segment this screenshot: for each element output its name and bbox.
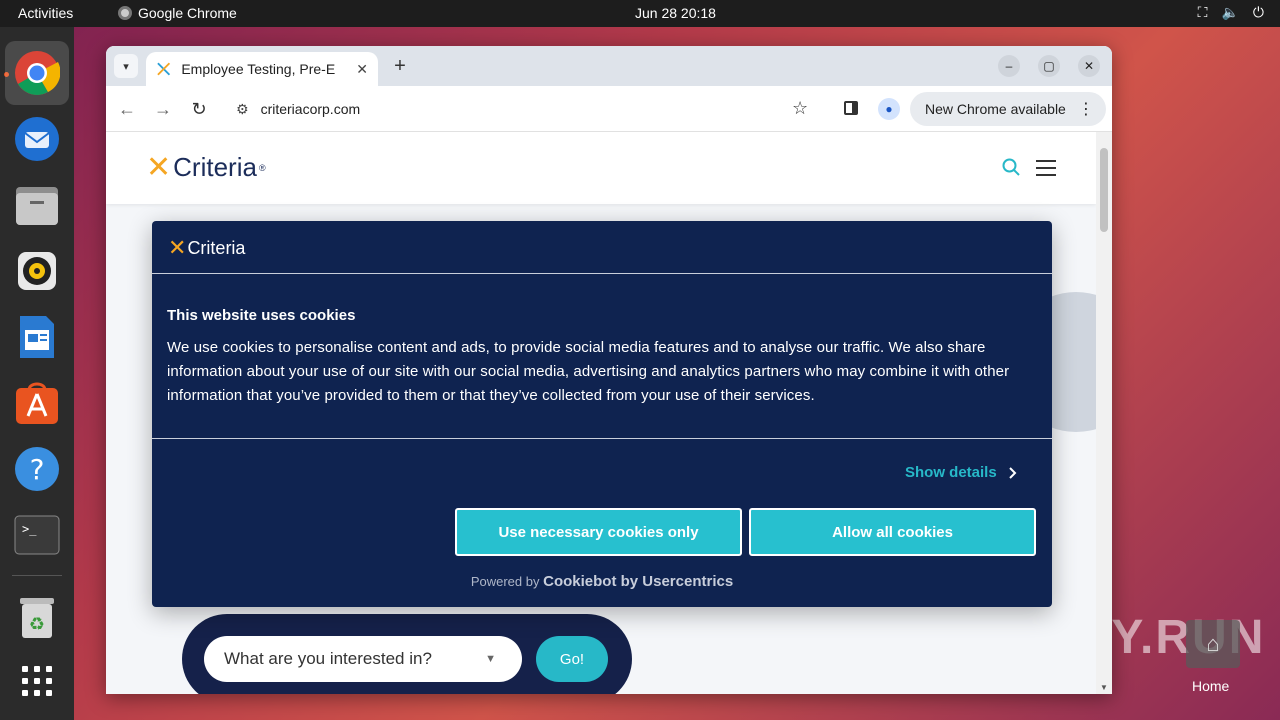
criteria-logo-mark: ✕ <box>168 235 187 260</box>
site-info-icon[interactable]: ⚙ <box>236 101 249 118</box>
system-tray[interactable]: ⛶ 🔈 ⏻ <box>1198 4 1264 21</box>
divider <box>152 273 1052 274</box>
cookie-logo-wordmark: Criteria <box>187 237 246 258</box>
rhythmbox-icon <box>18 252 56 290</box>
url-text: criteriacorp.com <box>260 101 361 117</box>
terminal-icon: >_ <box>14 515 60 555</box>
writer-icon <box>20 316 54 358</box>
dock-writer[interactable] <box>13 313 61 361</box>
tab-title: Employee Testing, Pre-E <box>181 61 336 77</box>
apps-grid-icon <box>22 666 52 696</box>
dock-show-apps[interactable] <box>13 657 61 705</box>
svg-text:♻: ♻ <box>29 614 45 635</box>
cookie-heading: This website uses cookies <box>167 307 356 324</box>
powered-brand[interactable]: Cookiebot by Usercentrics <box>543 573 733 590</box>
reload-button[interactable]: ↻ <box>188 98 210 120</box>
trash-icon: ♻ <box>20 598 54 638</box>
show-details-link[interactable]: Show details <box>905 464 1017 481</box>
star-icon[interactable]: ☆ <box>792 98 808 119</box>
update-chrome-button[interactable]: New Chrome available ⋮ <box>910 92 1106 126</box>
cookie-consent-dialog: ✕ Criteria This website uses cookies We … <box>152 221 1052 607</box>
tab-search-button[interactable]: ▾ <box>114 54 138 78</box>
show-details-label: Show details <box>905 464 997 481</box>
chevron-right-icon <box>1008 466 1017 479</box>
site-header: ✕ Criteria ® <box>106 132 1096 204</box>
home-label: Home <box>1192 678 1230 694</box>
tab-criteria[interactable]: Employee Testing, Pre-E ✕ <box>146 52 378 86</box>
go-button[interactable]: Go! <box>536 636 608 682</box>
help-icon: ? <box>15 447 59 491</box>
app-name-label: Google Chrome <box>138 5 237 21</box>
search-icon[interactable] <box>1002 158 1020 176</box>
necessary-cookies-button[interactable]: Use necessary cookies only <box>455 508 742 556</box>
kebab-menu-icon[interactable]: ⋮ <box>1078 99 1094 119</box>
cookie-body-text: We use cookies to personalise content an… <box>167 339 1010 404</box>
side-panel-icon[interactable] <box>844 101 858 115</box>
tab-close-icon[interactable]: ✕ <box>356 61 368 78</box>
caret-down-icon: ▼ <box>485 653 496 665</box>
menu-icon[interactable] <box>1036 160 1056 176</box>
criteria-logo-mark: ✕ <box>146 150 172 184</box>
dock-terminal[interactable]: >_ <box>13 511 61 559</box>
criteria-favicon-icon <box>157 62 171 76</box>
network-icon: ⛶ <box>1197 4 1208 20</box>
top-bar: Activities Google Chrome Jun 28 20:18 ⛶ … <box>0 0 1280 27</box>
logo-wordmark: Criteria <box>173 152 257 182</box>
scrollbar-thumb[interactable] <box>1100 148 1108 232</box>
scroll-down-arrow-icon[interactable]: ▼ <box>1100 683 1108 692</box>
chrome-icon <box>15 51 60 95</box>
new-tab-button[interactable]: + <box>388 54 412 78</box>
back-button[interactable]: ← <box>116 98 138 120</box>
browser-toolbar: ← → ↻ ⚙ criteriacorp.com ☆ ● New Chrome … <box>106 86 1112 132</box>
activities-button[interactable]: Activities <box>18 5 73 21</box>
interest-select[interactable]: What are you interested in? ▼ <box>204 636 522 682</box>
dock-thunderbird[interactable] <box>13 115 61 163</box>
dock-rhythmbox[interactable] <box>13 247 61 295</box>
files-icon <box>16 187 58 225</box>
svg-text:?: ? <box>30 453 45 486</box>
logo-registered: ® <box>258 162 266 173</box>
site-logo[interactable]: ✕ Criteria ® <box>146 152 266 183</box>
dock-help[interactable]: ? <box>13 445 61 493</box>
app-menu[interactable]: Google Chrome <box>118 5 237 21</box>
dock-trash[interactable]: ♻ <box>13 593 61 641</box>
address-bar[interactable]: ⚙ criteriacorp.com <box>224 92 824 126</box>
profile-icon[interactable]: ● <box>878 98 900 120</box>
allow-all-cookies-button[interactable]: Allow all cookies <box>749 508 1036 556</box>
cookie-dialog-logo: ✕ Criteria <box>168 235 245 261</box>
dock-separator <box>12 575 62 576</box>
volume-icon: 🔈 <box>1221 4 1239 20</box>
home-folder-icon[interactable]: ⌂ <box>1186 620 1240 668</box>
close-window-button[interactable]: ✕ <box>1078 55 1100 77</box>
powered-by: Powered by Cookiebot by Usercentrics <box>152 573 1052 590</box>
update-chip-label: New Chrome available <box>925 101 1066 117</box>
forward-button[interactable]: → <box>152 98 174 120</box>
chrome-small-icon <box>118 6 132 20</box>
appcenter-icon <box>16 382 58 424</box>
dock-appcenter[interactable] <box>13 379 61 427</box>
minimize-button[interactable]: – <box>998 55 1020 77</box>
page-scrollbar[interactable]: ▼ <box>1096 132 1112 694</box>
dock-files[interactable] <box>13 181 61 229</box>
dock-chrome[interactable] <box>5 41 69 105</box>
interest-placeholder: What are you interested in? <box>224 649 432 668</box>
svg-text:>_: >_ <box>22 522 37 536</box>
dock: ? >_ ♻ <box>0 27 74 720</box>
interest-search-bar: What are you interested in? ▼ Go! <box>182 614 632 694</box>
clock[interactable]: Jun 28 20:18 <box>635 5 716 21</box>
tab-strip: ▾ Employee Testing, Pre-E ✕ + – ▢ ✕ <box>106 46 1112 86</box>
maximize-button[interactable]: ▢ <box>1038 55 1060 77</box>
power-icon: ⏻ <box>1252 4 1264 20</box>
powered-prefix: Powered by <box>470 574 540 589</box>
thunderbird-icon <box>15 117 59 161</box>
divider <box>152 438 1052 439</box>
